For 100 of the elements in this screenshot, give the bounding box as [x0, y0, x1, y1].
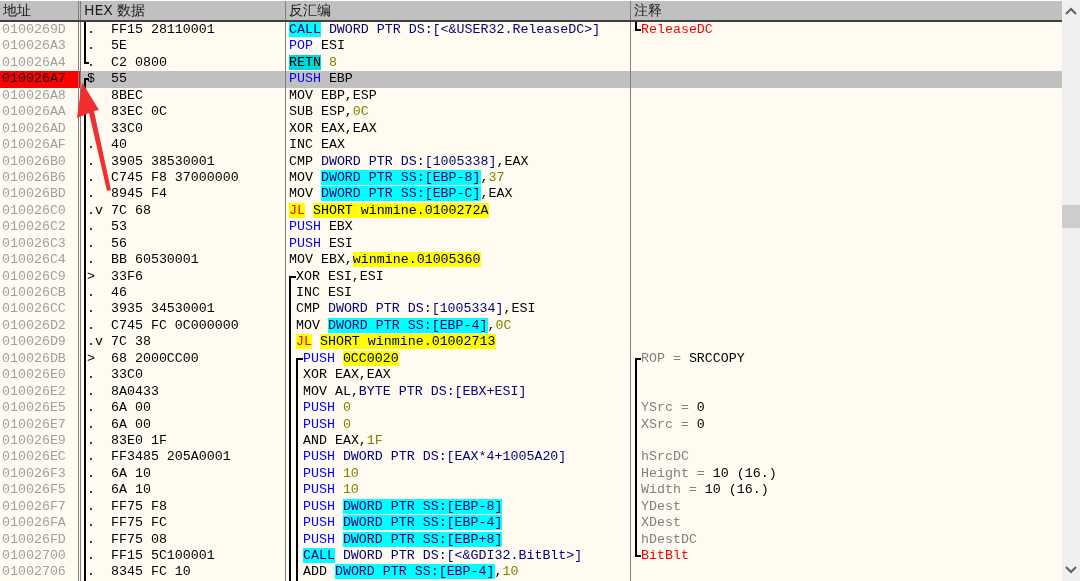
instruction: XOR EAX,EAX — [303, 367, 391, 384]
jump-marker: . — [87, 531, 96, 548]
scroll-thumb[interactable] — [1062, 205, 1080, 228]
jump-marker: . — [87, 416, 96, 433]
address-cell: 010026F3 — [0, 465, 81, 483]
table-row[interactable]: 010026E7 . 6A 00 PUSH 0 XSrc = 0 — [0, 416, 1062, 433]
instruction: CALL DWORD PTR DS:[<&GDI32.BitBlt>] — [303, 548, 583, 565]
scroll-down-icon[interactable] — [1065, 566, 1077, 574]
comment-text: Height = 10 (16.) — [641, 465, 777, 483]
comment-text: XDest — [641, 515, 681, 532]
hex-bytes: 83E0 1F — [111, 432, 167, 450]
table-row[interactable]: 010026EC . FF3485 205A0001 PUSH DWORD PTR DS:[EAX*4+1005A20] hSrcDC — [0, 449, 1062, 466]
address-cell: 010026FD — [0, 531, 81, 548]
table-row[interactable]: 010026E5 . 6A 00 PUSH 0 YSrc = 0 — [0, 400, 1062, 417]
table-row[interactable]: 010026D9 .v 7C 38 JL SHORT winmine.01002713 — [0, 334, 1062, 351]
instruction: MOV DWORD PTR SS:[EBP-C],EAX — [289, 186, 513, 203]
address-cell: 01002706 — [0, 564, 81, 581]
instruction: PUSH EBX — [289, 219, 353, 236]
comment-text: BitBlt — [641, 548, 689, 565]
jump-marker: .v — [87, 334, 104, 351]
jump-marker: . — [87, 22, 96, 39]
hex-bytes: FF15 5C100001 — [111, 548, 215, 565]
instruction: MOV AL,BYTE PTR DS:[EBX+ESI] — [303, 383, 527, 401]
jump-marker: . — [87, 482, 96, 499]
table-row[interactable]: 01002706 . 8345 FC 10 ADD DWORD PTR SS:[EBP-4],10 — [0, 564, 1062, 581]
hex-bytes: 68 2000CC00 — [111, 350, 199, 368]
instruction: CMP DWORD PTR DS:[1005338],EAX — [289, 153, 529, 170]
address-cell: 010026E5 — [0, 400, 81, 417]
hex-bytes: C2 0800 — [111, 54, 167, 72]
hex-bytes: 3935 34530001 — [111, 301, 215, 318]
jump-marker: . — [87, 515, 96, 532]
instruction: SUB ESP,0C — [289, 104, 369, 121]
hex-bytes: 55 — [111, 71, 127, 88]
scroll-up-icon[interactable] — [1065, 7, 1077, 15]
address-cell: 010026AD — [0, 120, 81, 138]
instruction: MOV DWORD PTR SS:[EBP-8],37 — [289, 169, 505, 187]
table-row[interactable]: 010026E2 . 8A0433 MOV AL,BYTE PTR DS:[EBX+ESI] — [0, 383, 1062, 401]
jump-marker: . — [87, 252, 96, 269]
comment-text: hDestDC — [641, 531, 697, 548]
instruction: POP ESI — [289, 38, 345, 55]
address-cell: 010026CC — [0, 301, 81, 318]
jump-marker: . — [87, 137, 96, 154]
address-cell: 010026A7 — [0, 71, 81, 88]
table-row[interactable]: 010026F3 . 6A 10 PUSH 10 Height = 10 (16.) — [0, 465, 1062, 483]
hex-bytes: 33F6 — [111, 268, 143, 285]
instruction: MOV EBP,ESP — [289, 87, 377, 105]
hex-bytes: FF75 FC — [111, 515, 167, 532]
address-cell: 010026D2 — [0, 317, 81, 335]
address-cell: 010026D9 — [0, 334, 81, 351]
address-cell: 010026F7 — [0, 498, 81, 516]
jump-marker: . — [87, 367, 96, 384]
table-row[interactable]: 0100269D . FF15 28110001 CALL DWORD PTR DS:[<&USER32.ReleaseDC>] ReleaseDC — [0, 22, 1062, 39]
address-cell: 010026C3 — [0, 235, 81, 253]
column-header[interactable]: HEX 数据 — [81, 1, 286, 20]
hex-bytes: 6A 00 — [111, 416, 151, 433]
table-row[interactable]: 010026CB . 46 INC ESI — [0, 285, 1062, 302]
jump-marker: . — [87, 54, 96, 72]
hex-bytes: 8A0433 — [111, 383, 159, 401]
address-cell: 010026B6 — [0, 169, 81, 187]
address-cell: 010026E2 — [0, 383, 81, 401]
hex-bytes: 8945 F4 — [111, 186, 167, 203]
address-cell: 010026C4 — [0, 252, 81, 269]
instruction: CMP DWORD PTR DS:[1005334],ESI — [296, 301, 536, 318]
table-row[interactable]: 010026E0 . 33C0 XOR EAX,EAX — [0, 367, 1062, 384]
table-row[interactable]: 010026FD . FF75 08 PUSH DWORD PTR SS:[EBP+8] hDestDC — [0, 531, 1062, 548]
table-row[interactable]: 010026C9 > 33F6 XOR ESI,ESI — [0, 268, 1062, 285]
address-cell: 010026DB — [0, 350, 81, 368]
address-cell: 010026FA — [0, 515, 81, 532]
instruction: MOV DWORD PTR SS:[EBP-4],0C — [296, 317, 512, 335]
table-row[interactable]: 010026A7 $ 55 PUSH EBP — [0, 71, 1062, 88]
table-row[interactable]: 010026DB > 68 2000CC00 PUSH 0CC0020 ROP = SRCCOPY — [0, 350, 1062, 368]
instruction: PUSH 0 — [303, 400, 351, 417]
instruction: AND EAX,1F — [303, 432, 383, 450]
column-header[interactable]: 反汇编 — [286, 1, 631, 20]
table-row[interactable]: 010026C2 . 53 PUSH EBX — [0, 219, 1062, 236]
comment-text: ROP = SRCCOPY — [641, 350, 745, 368]
hex-bytes: 6A 10 — [111, 482, 151, 499]
instruction: INC ESI — [296, 285, 352, 302]
instruction: PUSH DWORD PTR DS:[EAX*4+1005A20] — [303, 449, 567, 466]
table-row[interactable]: 010026C4 . BB 60530001 MOV EBX,winmine.01005360 — [0, 252, 1062, 269]
column-header[interactable]: 地址 — [0, 1, 81, 20]
column-header[interactable]: 注释 — [631, 1, 1062, 20]
address-cell: 010026E7 — [0, 416, 81, 433]
jump-marker: . — [87, 383, 96, 401]
instruction: PUSH DWORD PTR SS:[EBP+8] — [303, 531, 503, 548]
scrollbar[interactable] — [1062, 0, 1080, 581]
jump-marker: . — [87, 153, 96, 170]
table-row[interactable]: 010026C0 .v 7C 68 JL SHORT winmine.0100272A — [0, 202, 1062, 220]
instruction: PUSH 10 — [303, 482, 359, 499]
jump-marker: . — [87, 564, 96, 581]
address-cell: 010026AF — [0, 137, 81, 154]
instruction: XOR EAX,EAX — [289, 120, 377, 138]
table-row[interactable]: 010026E9 . 83E0 1F AND EAX,1F — [0, 432, 1062, 450]
hex-bytes: FF75 F8 — [111, 498, 167, 516]
hex-bytes: FF3485 205A0001 — [111, 449, 231, 466]
jump-marker: . — [87, 548, 96, 565]
hex-bytes: 46 — [111, 285, 127, 302]
instruction: PUSH 0CC0020 — [303, 350, 399, 368]
jump-marker: $ — [87, 71, 96, 88]
address-cell: 010026E0 — [0, 367, 81, 384]
